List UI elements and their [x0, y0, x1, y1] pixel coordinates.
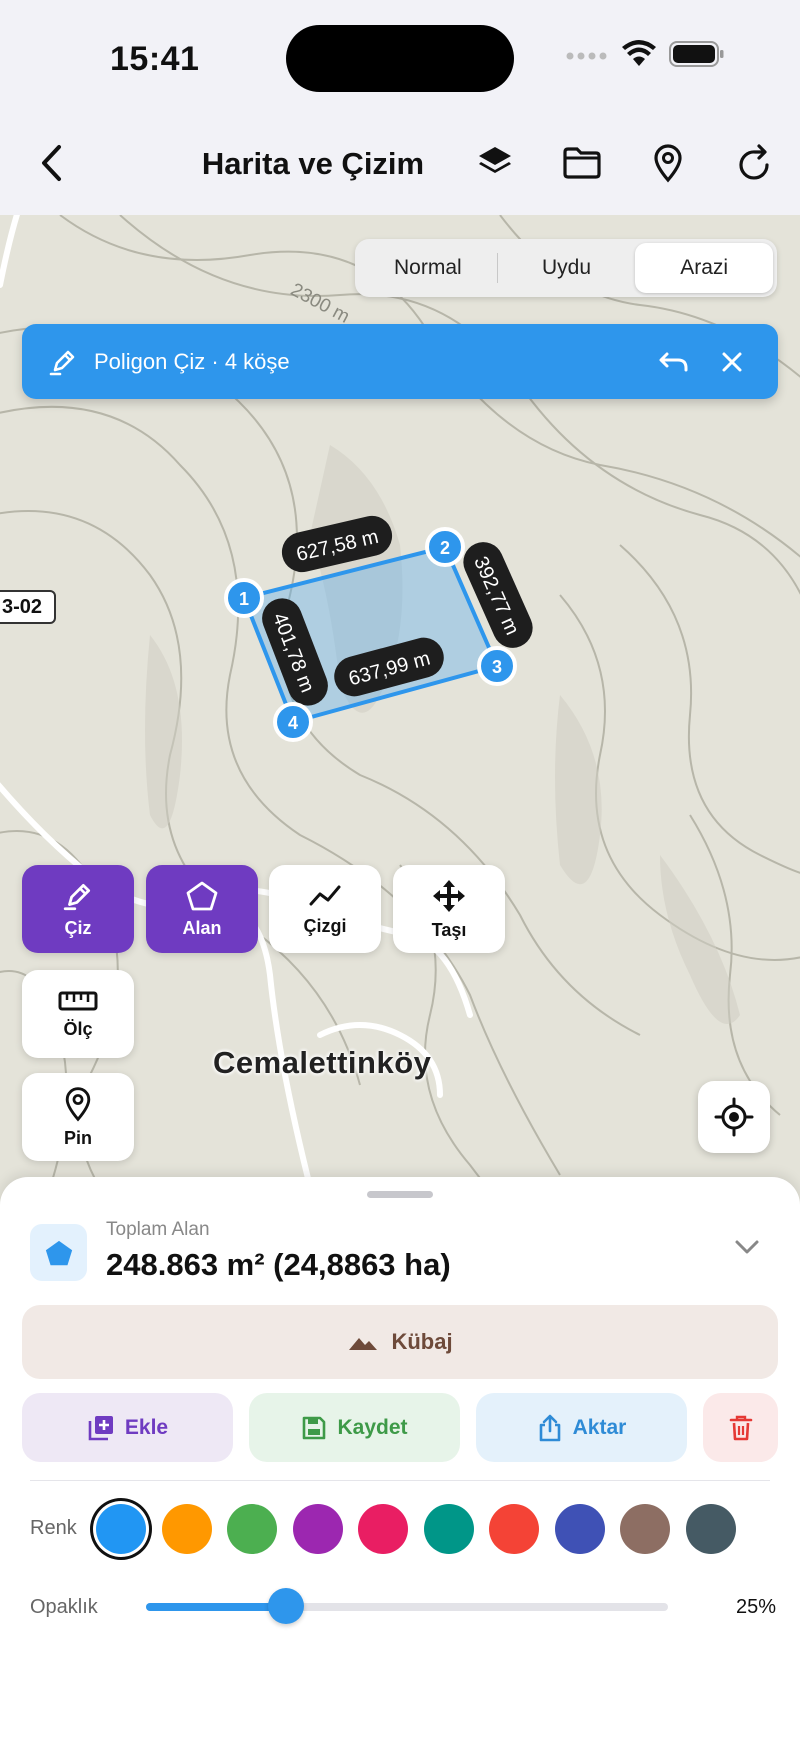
- color-swatch-blue[interactable]: [96, 1504, 146, 1554]
- opacity-slider-thumb[interactable]: [268, 1588, 304, 1624]
- move-tool-label: Taşı: [431, 919, 467, 940]
- location-pin-button[interactable]: [643, 138, 693, 188]
- add-layer-icon: [88, 1415, 113, 1440]
- sheet-divider: [30, 1480, 770, 1481]
- vertex-1[interactable]: 1: [224, 578, 264, 618]
- wifi-icon: [621, 40, 657, 73]
- export-button[interactable]: Aktar: [476, 1393, 687, 1462]
- pentagon-icon: [186, 881, 218, 910]
- area-icon-badge: [30, 1224, 87, 1281]
- pentagon-icon: [45, 1240, 72, 1265]
- vertex-2[interactable]: 2: [425, 527, 465, 567]
- locate-me-button[interactable]: [698, 1081, 770, 1153]
- ruler-icon: [58, 991, 98, 1010]
- svg-text:4: 4: [288, 713, 298, 733]
- color-swatch-teal[interactable]: [424, 1504, 474, 1554]
- area-tool-button[interactable]: Alan: [146, 865, 258, 953]
- layers-icon: [479, 147, 511, 173]
- svg-text:2: 2: [440, 538, 450, 558]
- polyline-icon: [309, 885, 341, 905]
- color-swatch-pink[interactable]: [358, 1504, 408, 1554]
- map-pin-icon: [65, 1086, 91, 1122]
- save-disk-icon: [303, 1416, 326, 1439]
- color-swatch-slate[interactable]: [686, 1504, 736, 1554]
- opacity-label: Opaklık: [30, 1596, 98, 1618]
- total-area-caption: Toplam Alan: [106, 1219, 210, 1240]
- status-icons: [565, 40, 725, 73]
- mountain-icon: [349, 1338, 378, 1350]
- draw-tool-button[interactable]: Çiz: [22, 865, 134, 953]
- opacity-slider-fill: [146, 1603, 286, 1611]
- trash-icon: [729, 1415, 752, 1440]
- collapse-button[interactable]: [734, 1239, 760, 1260]
- color-swatch-brown[interactable]: [620, 1504, 670, 1554]
- total-area-value: 248.863 m² (24,8863 ha): [106, 1247, 451, 1282]
- refresh-button[interactable]: [730, 138, 780, 188]
- page-title: Harita ve Çizim: [201, 146, 425, 181]
- place-label: Cemalettinköy: [213, 1045, 432, 1080]
- edit-pencil-icon: [63, 883, 91, 910]
- color-swatch-indigo[interactable]: [555, 1504, 605, 1554]
- line-tool-button[interactable]: Çizgi: [269, 865, 381, 953]
- map-view[interactable]: 2300 m Normal Uydu Arazi Poligon Çiz · 4…: [0, 215, 800, 1215]
- sheet-grabber[interactable]: [367, 1191, 433, 1198]
- save-label: Kaydet: [337, 1415, 408, 1439]
- opacity-value: 25%: [736, 1596, 777, 1618]
- vertex-3[interactable]: 3: [477, 646, 517, 686]
- color-swatch-green[interactable]: [227, 1504, 277, 1554]
- status-bar: 15:41: [0, 0, 800, 110]
- folder-icon: [563, 147, 601, 179]
- dynamic-island: [286, 25, 514, 92]
- status-time: 15:41: [110, 40, 200, 78]
- delete-button[interactable]: [703, 1393, 778, 1462]
- draw-tool-label: Çiz: [64, 917, 92, 938]
- share-icon: [539, 1414, 560, 1441]
- map-pin-icon: [654, 144, 682, 183]
- bottom-sheet: Toplam Alan 248.863 m² (24,8863 ha) Küba…: [0, 1177, 800, 1738]
- measure-tool-button[interactable]: Ölç: [22, 970, 134, 1058]
- area-tool-label: Alan: [182, 917, 222, 938]
- export-label: Aktar: [572, 1415, 627, 1439]
- kubaj-button[interactable]: Kübaj: [22, 1305, 778, 1379]
- chevron-down-icon: [735, 1240, 759, 1254]
- layers-button[interactable]: [470, 138, 520, 188]
- battery-icon: [669, 40, 725, 73]
- crosshair-icon: [714, 1097, 754, 1137]
- color-swatch-purple[interactable]: [293, 1504, 343, 1554]
- svg-text:1: 1: [239, 589, 249, 609]
- vertex-4[interactable]: 4: [273, 702, 313, 742]
- add-button[interactable]: Ekle: [22, 1393, 233, 1462]
- pin-tool-button[interactable]: Pin: [22, 1073, 134, 1161]
- color-swatch-orange[interactable]: [162, 1504, 212, 1554]
- move-tool-button[interactable]: Taşı: [393, 865, 505, 953]
- kubaj-label: Kübaj: [391, 1329, 453, 1354]
- pin-tool-label: Pin: [63, 1127, 92, 1148]
- move-arrows-icon: [433, 879, 465, 912]
- add-label: Ekle: [124, 1415, 169, 1439]
- nav-bar: Harita ve Çizim: [0, 110, 800, 215]
- color-label: Renk: [30, 1517, 77, 1539]
- measure-tool-label: Ölç: [63, 1018, 93, 1039]
- line-tool-label: Çizgi: [303, 915, 347, 936]
- refresh-icon: [739, 144, 769, 180]
- save-button[interactable]: Kaydet: [249, 1393, 460, 1462]
- folder-button[interactable]: [557, 138, 607, 188]
- color-swatch-red[interactable]: [489, 1504, 539, 1554]
- signal-icon: [565, 48, 609, 66]
- svg-text:3: 3: [492, 657, 502, 677]
